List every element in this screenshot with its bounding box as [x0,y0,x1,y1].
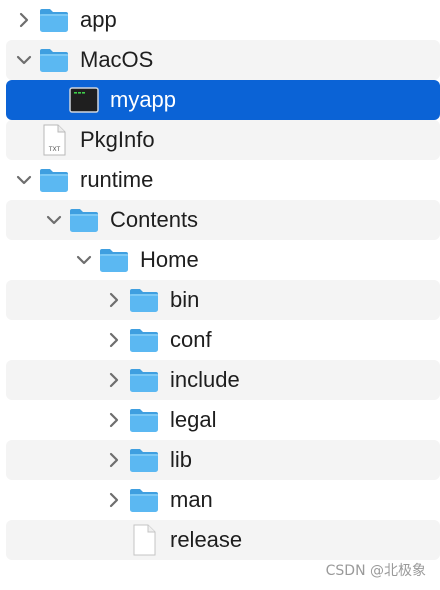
tree-row-home[interactable]: Home [6,240,440,280]
tree-row-label: conf [170,327,212,352]
tree-row-label: Home [140,247,199,272]
folder-icon [128,324,160,356]
tree-row-label: myapp [110,87,177,112]
folder-icon [128,484,160,516]
tree-row-conf[interactable]: conf [6,320,440,360]
tree-row-label: Contents [110,207,199,232]
tree-row-legal[interactable]: legal [6,400,440,440]
chevron-right-icon[interactable] [104,288,124,312]
tree-row-label: bin [170,287,200,312]
tree-row-macos[interactable]: MacOS [6,40,440,80]
chevron-down-icon[interactable] [14,168,34,192]
watermark-text: CSDN @北极象 [325,563,426,579]
folder-icon [98,244,130,276]
terminal-executable-icon [68,84,100,116]
text-document-icon: TXT [38,124,70,156]
chevron-right-icon[interactable] [104,368,124,392]
folder-icon [68,204,100,236]
tree-row-man[interactable]: man [6,480,440,520]
folder-icon [128,284,160,316]
chevron-right-icon[interactable] [104,448,124,472]
folder-icon [38,4,70,36]
tree-row-myapp[interactable]: myapp [6,80,440,120]
tree-row-label: legal [170,407,217,432]
folder-icon [128,404,160,436]
tree-row-pkginfo[interactable]: TXT PkgInfo [6,120,440,160]
tree-row-include[interactable]: include [6,360,440,400]
tree-row-label: lib [170,447,193,472]
tree-row-runtime[interactable]: runtime [6,160,440,200]
tree-row-label: release [170,527,243,552]
tree-row-release[interactable]: release [6,520,440,560]
tree-row-label: MacOS [80,47,154,72]
chevron-down-icon[interactable] [74,248,94,272]
folder-icon [128,444,160,476]
tree-row-lib[interactable]: lib [6,440,440,480]
folder-icon [128,364,160,396]
blank-document-icon [128,524,160,556]
tree-row-label: include [170,367,240,392]
folder-icon [38,44,70,76]
tree-row-app[interactable]: app [6,0,440,40]
tree-row-label: app [80,7,117,32]
tree-row-contents[interactable]: Contents [6,200,440,240]
chevron-down-icon[interactable] [14,48,34,72]
tree-row-label: man [170,487,213,512]
chevron-right-icon[interactable] [104,488,124,512]
chevron-right-icon[interactable] [14,8,34,32]
chevron-right-icon[interactable] [104,328,124,352]
tree-row-bin[interactable]: bin [6,280,440,320]
svg-text:TXT: TXT [48,146,61,153]
tree-row-label: PkgInfo [80,127,155,152]
tree-row-label: runtime [80,167,154,192]
folder-icon [38,164,70,196]
chevron-down-icon[interactable] [44,208,64,232]
chevron-right-icon[interactable] [104,408,124,432]
